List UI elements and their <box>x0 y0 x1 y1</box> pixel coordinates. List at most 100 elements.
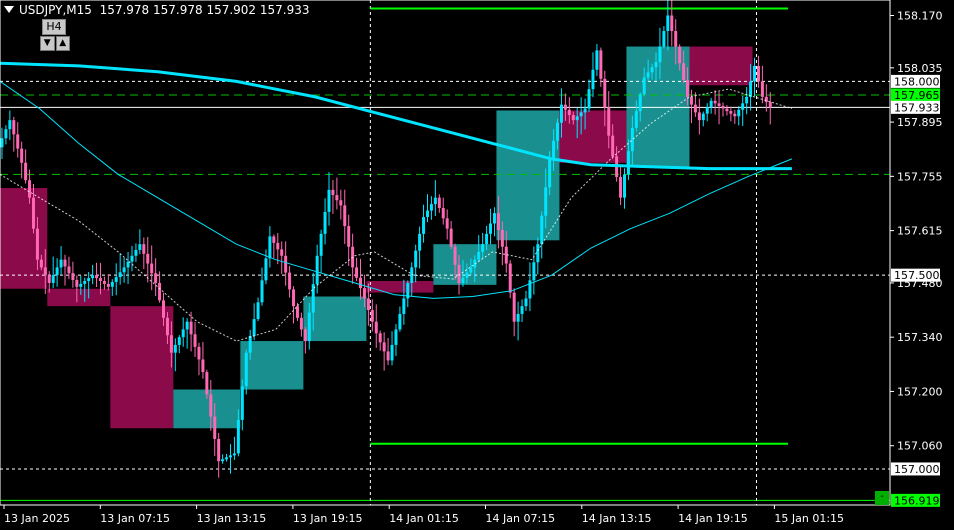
candle-body <box>579 112 583 117</box>
candle-body <box>142 244 146 254</box>
candle-body <box>682 63 686 81</box>
candle-body <box>713 100 717 104</box>
candle-body <box>197 346 201 360</box>
candle-body <box>232 453 236 456</box>
candle-body <box>98 278 102 281</box>
candle-body <box>106 283 110 287</box>
candle-body <box>536 244 540 263</box>
candle-body <box>646 72 650 78</box>
candle-body <box>260 280 264 303</box>
candle-body <box>756 65 760 82</box>
candle-body <box>181 329 185 338</box>
candle-body <box>532 262 536 281</box>
time-tick-label: 13 Jan 13:15 <box>197 512 267 525</box>
candle-body <box>370 310 374 322</box>
candle-body <box>760 81 764 97</box>
time-tick-label: 15 Jan 01:15 <box>774 512 844 525</box>
candle-body <box>225 457 229 460</box>
candle-body <box>520 306 524 314</box>
time-tick-label: 14 Jan 13:15 <box>582 512 652 525</box>
candle-body <box>477 251 481 260</box>
candle-body <box>508 263 512 293</box>
candle-body <box>674 31 678 47</box>
time-axis: 13 Jan 2025 13 Jan 07:15 13 Jan 13:15 13 Ja… <box>3 505 844 525</box>
price-tag-label: 156.919 <box>894 494 940 507</box>
price-axis: 158.170158.035157.895157.755157.615157.4… <box>890 10 943 507</box>
candle-body <box>374 321 378 334</box>
candle-body <box>47 275 51 283</box>
triangle-down-icon[interactable]: ▼ <box>40 36 55 51</box>
candle-body <box>559 104 563 123</box>
chart-header: USDJPY,M15 157.978 157.978 157.902 157.9… <box>4 3 310 17</box>
candle-body <box>205 372 209 395</box>
candle-body <box>461 277 465 283</box>
candle-body <box>603 78 607 108</box>
candle-body <box>662 31 666 47</box>
candle-body <box>749 81 753 97</box>
candle-body <box>221 459 225 462</box>
candle-body <box>583 108 587 113</box>
candle-body <box>745 96 749 104</box>
candle-body <box>378 333 382 343</box>
candle-body <box>469 267 473 273</box>
candle-body <box>43 267 47 276</box>
ohlc-values: 157.978 157.978 157.902 157.933 <box>99 3 310 17</box>
candle-body <box>386 351 390 361</box>
candle-body <box>658 46 662 63</box>
candle-body <box>453 246 457 265</box>
candle-body <box>323 211 327 234</box>
candle-body <box>362 288 366 299</box>
candle-body <box>544 187 548 216</box>
candle-body <box>355 267 359 278</box>
candle-body <box>768 102 772 108</box>
price-tag-label: 157.933 <box>894 101 940 114</box>
menu-triangle-icon[interactable] <box>4 6 14 13</box>
candle-body <box>272 236 276 243</box>
candle-body <box>496 213 500 230</box>
candle-body <box>619 176 623 198</box>
candle-body <box>0 138 4 148</box>
candle-body <box>449 228 453 247</box>
h4-box <box>433 244 497 285</box>
candle-body <box>611 135 615 157</box>
candle-body <box>693 104 697 113</box>
candle-body <box>201 359 205 373</box>
candle-body <box>165 317 169 336</box>
candle-body <box>382 342 386 352</box>
candle-body <box>327 189 331 212</box>
candle-body <box>236 419 240 454</box>
h4-box <box>366 280 434 293</box>
triangle-up-icon[interactable]: ▲ <box>55 36 70 51</box>
candle-body <box>729 111 733 114</box>
candle-body <box>512 292 516 322</box>
candle-body <box>500 229 504 247</box>
price-chart[interactable]: 158.170158.035157.895157.755157.615157.4… <box>0 0 954 530</box>
time-tick-label: 14 Jan 19:15 <box>678 512 748 525</box>
candle-body <box>315 255 319 285</box>
candle-body <box>12 120 16 135</box>
candle-body <box>556 122 560 141</box>
candle-body <box>339 200 343 206</box>
candle-body <box>563 104 567 110</box>
candle-body <box>733 113 737 117</box>
candle-body <box>307 312 311 342</box>
candle-body <box>721 105 725 109</box>
candle-body <box>39 259 43 268</box>
candle-body <box>95 275 99 279</box>
timeframe-label[interactable]: H4 <box>42 19 66 35</box>
candle-body <box>575 116 579 121</box>
collapse-button[interactable]: - <box>875 491 889 505</box>
candle-body <box>552 140 556 159</box>
candle-body <box>634 111 638 128</box>
candle-body <box>741 103 745 110</box>
candle-body <box>209 394 213 417</box>
candle-body <box>280 249 284 256</box>
candle-body <box>20 148 24 163</box>
candle-body <box>457 264 461 283</box>
candle-body <box>240 386 244 420</box>
candle-body <box>725 108 729 112</box>
candle-body <box>599 50 603 79</box>
candle-body <box>654 62 658 68</box>
h4-box <box>689 46 753 86</box>
symbol-label: USDJPY,M15 <box>19 3 92 17</box>
